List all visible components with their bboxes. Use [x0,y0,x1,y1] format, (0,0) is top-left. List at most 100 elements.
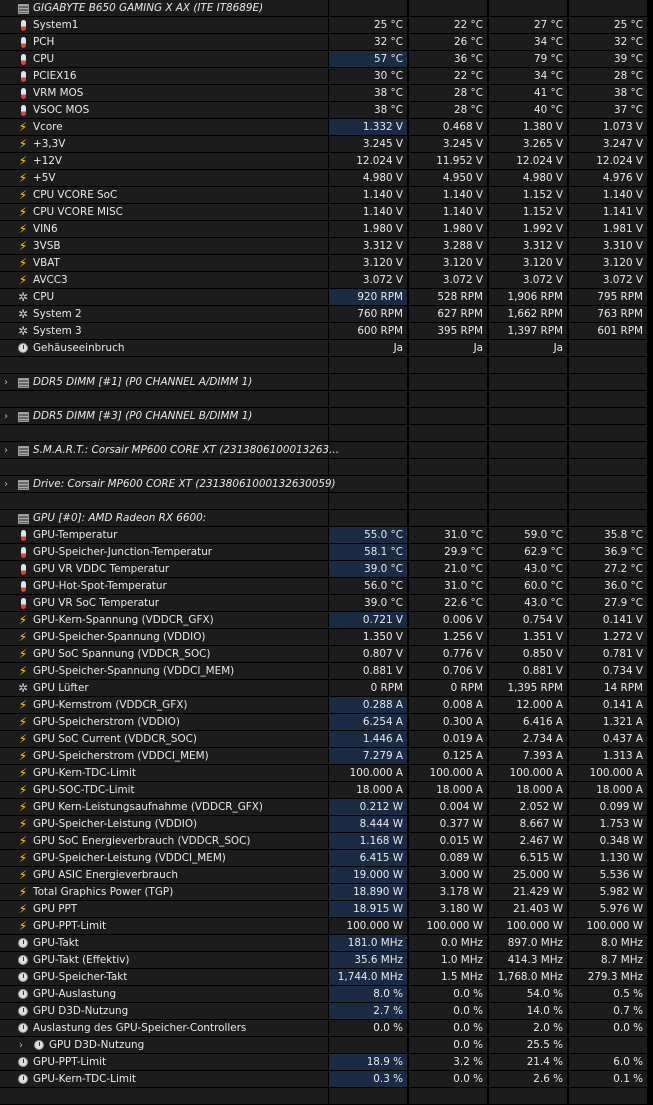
sensor-row[interactable]: 1.350 V 1.256 V 1.351 V 1.272 V ⚡ GPU-Speiche… [0,629,653,646]
sensor-value-min: 0.125 A [409,748,487,764]
sensor-row[interactable]: 6.254 A 0.300 A 6.416 A 1.321 A ⚡ GPU-Speiche… [0,714,653,731]
group-header[interactable]: › Drive: Corsair MP600 CORE XT (231380610… [0,476,653,493]
sensor-row[interactable]: 7.279 A 0.125 A 7.393 A 1.313 A ⚡ GPU-Speiche… [0,748,653,765]
sensor-value-cur: 2.7 % [329,1003,407,1019]
thermometer-icon [17,104,29,116]
sensor-label: CPU VCORE SoC [33,189,118,201]
spacer-cell [569,493,647,509]
clock-glyph [18,1006,28,1016]
sensor-value-avg: 25 °C [569,17,647,33]
sensor-value-max: 2.052 W [489,799,567,815]
expand-chevron-icon[interactable]: › [4,374,8,391]
sensor-value-avg: 27.2 °C [569,561,647,577]
sensor-row[interactable]: 18.915 W 3.180 W 21.403 W 5.976 W ⚡ GPU PPT [0,901,653,918]
sensor-row[interactable]: 0.212 W 0.004 W 2.052 W 0.099 W ⚡ GPU Kern-Le… [0,799,653,816]
sensor-row[interactable]: 6.415 W 0.089 W 6.515 W 1.130 W ⚡ GPU-Speiche… [0,850,653,867]
sensor-row[interactable]: 3.120 V 3.120 V 3.120 V 3.120 V ⚡ VBAT [0,255,653,272]
sensor-row[interactable]: 35.6 MHz 1.0 MHz 414.3 MHz 8.7 MHz GPU-Takt … [0,952,653,969]
sensor-row[interactable]: 19.000 W 3.000 W 25.000 W 5.536 W ⚡ GPU ASIC … [0,867,653,884]
sensor-row[interactable]: 38 °C 28 °C 41 °C 38 °C VRM MOS [0,85,653,102]
sensor-row[interactable]: 39.0 °C 21.0 °C 43.0 °C 27.2 °C GPU VR VDDC … [0,561,653,578]
sensor-row[interactable]: 1.332 V 0.468 V 1.380 V 1.073 V ⚡ Vcore [0,119,653,136]
sensor-row[interactable]: 1,744.0 MHz 1.5 MHz 1,768.0 MHz 279.3 MHz GP… [0,969,653,986]
sensor-row[interactable]: 8.0 % 0.0 % 54.0 % 0.5 % GPU-Auslastung [0,986,653,1003]
sensor-value-avg: 0.099 W [569,799,647,815]
sensor-row[interactable]: 1.140 V 1.140 V 1.152 V 1.141 V ⚡ CPU VCORE M… [0,204,653,221]
sensor-row[interactable]: 25 °C 22 °C 27 °C 25 °C System1 [0,17,653,34]
sensor-row[interactable]: 1.168 W 0.015 W 2.467 W 0.348 W ⚡ GPU SoC Ene… [0,833,653,850]
sensor-value-avg: 27.9 °C [569,595,647,611]
lightning-icon: ⚡ [17,257,29,269]
sensor-value-min: 3.180 W [409,901,487,917]
sensor-row[interactable]: 8.444 W 0.377 W 8.667 W 1.753 W ⚡ GPU-Speiche… [0,816,653,833]
sensor-row[interactable]: 0.288 A 0.008 A 12.000 A 0.141 A ⚡ GPU-Kernst… [0,697,653,714]
sensor-row[interactable]: 920 RPM 528 RPM 1,906 RPM 795 RPM ✲ CPU [0,289,653,306]
sensor-value-max: 41 °C [489,85,567,101]
sensor-row[interactable]: 55.0 °C 31.0 °C 59.0 °C 35.8 °C GPU-Temperat… [0,527,653,544]
sensor-row[interactable]: 0.0 % 0.0 % 2.0 % 0.0 % Auslastung des GPU-S… [0,1020,653,1037]
sensor-row[interactable]: 56.0 °C 31.0 °C 60.0 °C 36.0 °C GPU-Hot-Spot… [0,578,653,595]
sensor-row[interactable]: 32 °C 26 °C 34 °C 32 °C PCH [0,34,653,51]
sensor-row[interactable]: 3.312 V 3.288 V 3.312 V 3.310 V ⚡ 3VSB [0,238,653,255]
group-header[interactable]: GIGABYTE B650 GAMING X AX (ITE IT8689E) [0,0,653,17]
sensor-row[interactable]: 3.072 V 3.072 V 3.072 V 3.072 V ⚡ AVCC3 [0,272,653,289]
sensor-row[interactable]: 100.000 A 100.000 A 100.000 A 100.000 A ⚡ GPU… [0,765,653,782]
sensor-row[interactable]: 1.446 A 0.019 A 2.734 A 0.437 A ⚡ GPU SoC Cur… [0,731,653,748]
thermometer-glyph [20,597,26,609]
sensor-row[interactable]: 0.881 V 0.706 V 0.881 V 0.734 V ⚡ GPU-Speiche… [0,663,653,680]
lightning-glyph: ⚡ [18,613,28,627]
sensor-row[interactable]: 12.024 V 11.952 V 12.024 V 12.024 V ⚡ +12V [0,153,653,170]
sensor-value-cur: 100.000 A [329,765,407,781]
sensor-row[interactable]: 0.3 % 0.0 % 2.6 % 0.1 % GPU-Kern-TDC-Limit [0,1071,653,1088]
fan-glyph: ✲ [17,290,29,304]
sensor-row[interactable]: 18.9 % 3.2 % 21.4 % 6.0 % GPU-PPT-Limit [0,1054,653,1071]
sensor-value-cur: 57 °C [329,51,407,67]
lightning-glyph: ⚡ [18,647,28,661]
sensor-label: GPU SoC Spannung (VDDCR_SOC) [33,648,211,660]
sensor-row[interactable]: 760 RPM 627 RPM 1,662 RPM 763 RPM ✲ System 2 [0,306,653,323]
expand-chevron-icon[interactable]: › [19,1037,23,1054]
sensor-value-min: 22 °C [409,68,487,84]
chip-glyph [17,446,29,456]
sensor-row[interactable]: 38 °C 28 °C 40 °C 37 °C VSOC MOS [0,102,653,119]
sensor-row[interactable]: 1.980 V 1.980 V 1.992 V 1.981 V ⚡ VIN6 [0,221,653,238]
sensor-label: Auslastung des GPU-Speicher-Controllers [33,1022,247,1034]
sensor-row[interactable]: 4.980 V 4.950 V 4.980 V 4.976 V ⚡ +5V [0,170,653,187]
sensor-row[interactable]: 30 °C 22 °C 34 °C 28 °C PCIEX16 [0,68,653,85]
spacer-cell [329,391,407,407]
expand-chevron-icon[interactable]: › [4,442,8,459]
sensor-row[interactable]: 58.1 °C 29.9 °C 62.9 °C 36.9 °C GPU-Speicher… [0,544,653,561]
chip-glyph [17,480,29,490]
sensor-row[interactable]: 57 °C 36 °C 79 °C 39 °C CPU [0,51,653,68]
clock-glyph [18,955,28,965]
sensor-row[interactable]: 3.245 V 3.245 V 3.265 V 3.247 V ⚡ +3,3V [0,136,653,153]
sensor-row[interactable]: 100.000 W 100.000 W 100.000 W 100.000 W ⚡ GPU… [0,918,653,935]
group-header[interactable]: › S.M.A.R.T.: Corsair MP600 CORE XT (2313… [0,442,653,459]
sensor-row[interactable]: 0 RPM 0 RPM 1,395 RPM 14 RPM ✲ GPU Lüfter [0,680,653,697]
sensor-row[interactable]: 18.000 A 18.000 A 18.000 A 18.000 A ⚡ GPU-SOC… [0,782,653,799]
sensor-value-max: 0.881 V [489,663,567,679]
sensor-row[interactable]: 18.890 W 3.178 W 21.429 W 5.982 W ⚡ Total Gra… [0,884,653,901]
lightning-glyph: ⚡ [18,732,28,746]
sensor-row[interactable]: 600 RPM 395 RPM 1,397 RPM 601 RPM ✲ System 3 [0,323,653,340]
sensor-row[interactable]: 39.0 °C 22.6 °C 43.0 °C 27.9 °C GPU VR SoC T… [0,595,653,612]
expand-chevron-icon[interactable]: › [4,476,8,493]
spacer-cell [569,391,647,407]
group-header[interactable]: GPU [#0]: AMD Radeon RX 6600: [0,510,653,527]
chip-icon [17,513,29,525]
sensor-row[interactable]: 0.0 % 25.5 % › GPU D3D-Nutzung [0,1037,653,1054]
lightning-glyph: ⚡ [18,715,28,729]
sensor-row[interactable]: 181.0 MHz 0.0 MHz 897.0 MHz 8.0 MHz GPU-Takt [0,935,653,952]
sensor-row[interactable]: 1.140 V 1.140 V 1.152 V 1.140 V ⚡ CPU VCORE S… [0,187,653,204]
group-header[interactable]: › DDR5 DIMM [#1] (P0 CHANNEL A/DIMM 1) [0,374,653,391]
sensor-row[interactable]: 0.721 V 0.006 V 0.754 V 0.141 V ⚡ GPU-Kern-Sp… [0,612,653,629]
sensor-row[interactable]: 2.7 % 0.0 % 14.0 % 0.7 % GPU D3D-Nutzung [0,1003,653,1020]
group-header[interactable]: › DDR5 DIMM [#3] (P0 CHANNEL B/DIMM 1) [0,408,653,425]
sensor-row[interactable]: Ja Ja Ja Gehäuseeinbruch [0,340,653,357]
sensor-label: GPU-Kernstrom (VDDCR_GFX) [33,699,188,711]
sensor-label: GPU-Takt [33,937,79,949]
sensor-row[interactable]: 0.807 V 0.776 V 0.850 V 0.781 V ⚡ GPU SoC Spa… [0,646,653,663]
thermometer-glyph [20,104,26,116]
expand-chevron-icon[interactable]: › [4,408,8,425]
sensor-value-cur: 38 °C [329,102,407,118]
